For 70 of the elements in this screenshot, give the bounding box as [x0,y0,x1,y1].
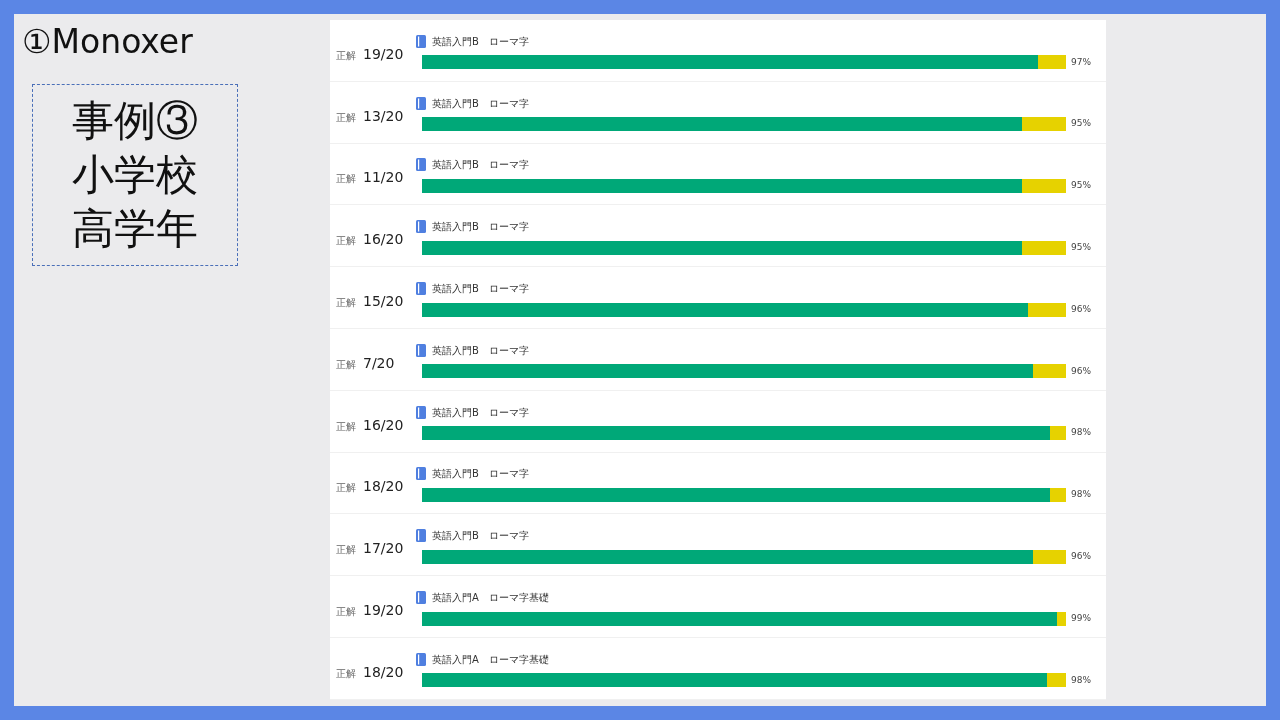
unit-name: ローマ字 [488,467,529,482]
unit-name: ローマ字 [488,34,529,49]
unit-name: ローマ字基礎 [488,591,549,606]
book-icon [416,34,426,48]
book-icon [416,405,426,419]
case-label-line: 事例③ [72,95,198,147]
unit-name: ローマ字基礎 [488,652,549,667]
correct-label: 正解 [336,357,356,372]
score-text: 16/20 [363,230,404,250]
unit-name: ローマ字 [488,158,529,173]
score-text: 17/20 [363,539,404,559]
unit-name: ローマ字 [488,405,529,420]
course-name: 英語入門A [432,652,479,667]
score-text: 7/20 [363,353,395,373]
course-name: 英語入門B [432,343,479,358]
correct-label: 正解 [336,543,356,558]
score-text: 11/20 [363,168,404,188]
correct-label: 正解 [336,419,356,434]
correct-label: 正解 [336,110,356,125]
score-text: 19/20 [363,601,404,621]
course-name: 英語入門B [432,220,479,235]
correct-label: 正解 [336,481,356,496]
course-name: 英語入門B [432,34,479,49]
case-label-line: 高学年 [72,203,198,255]
book-icon [416,652,426,666]
score-text: 16/20 [363,415,404,435]
correct-label: 正解 [336,296,356,311]
course-name: 英語入門B [432,405,479,420]
slide-title: ①Monoxer [22,22,193,62]
course-name: 英語入門B [432,467,479,482]
score-text: 18/20 [363,477,404,497]
percent-text: 96% [1071,550,1091,563]
correct-label: 正解 [336,234,356,249]
book-icon [416,158,426,172]
correct-label: 正解 [336,172,356,187]
book-icon [416,591,426,605]
percent-text: 97% [1071,55,1091,69]
correct-label: 正解 [336,666,356,681]
percent-text: 96% [1071,302,1091,316]
book-icon [416,343,426,357]
course-name: 英語入門B [432,529,479,544]
percent-text: 95% [1071,241,1091,255]
percent-text: 95% [1071,179,1091,193]
unit-name: ローマ字 [488,96,529,111]
unit-name: ローマ字 [488,529,529,544]
correct-label: 正解 [336,605,356,620]
book-icon [416,220,426,234]
correct-label: 正解 [336,48,356,63]
percent-text: 99% [1071,611,1091,625]
book-icon [416,467,426,481]
percent-text: 96% [1071,364,1091,378]
percent-text: 95% [1071,117,1091,131]
course-name: 英語入門A [432,591,479,606]
book-icon [416,96,426,110]
course-name: 英語入門B [432,282,479,297]
score-text: 19/20 [363,44,404,64]
unit-name: ローマ字 [488,343,529,358]
unit-name: ローマ字 [488,282,529,297]
percent-text: 98% [1071,426,1091,440]
book-icon [416,282,426,296]
course-name: 英語入門B [432,158,479,173]
course-name: 英語入門B [432,96,479,111]
case-label-line: 小学校 [72,149,198,201]
score-text: 15/20 [363,292,404,312]
score-text: 13/20 [363,106,404,126]
percent-text: 98% [1071,673,1091,687]
percent-text: 98% [1071,488,1091,502]
score-text: 18/20 [363,662,404,682]
book-icon [416,529,426,543]
unit-name: ローマ字 [488,220,529,235]
